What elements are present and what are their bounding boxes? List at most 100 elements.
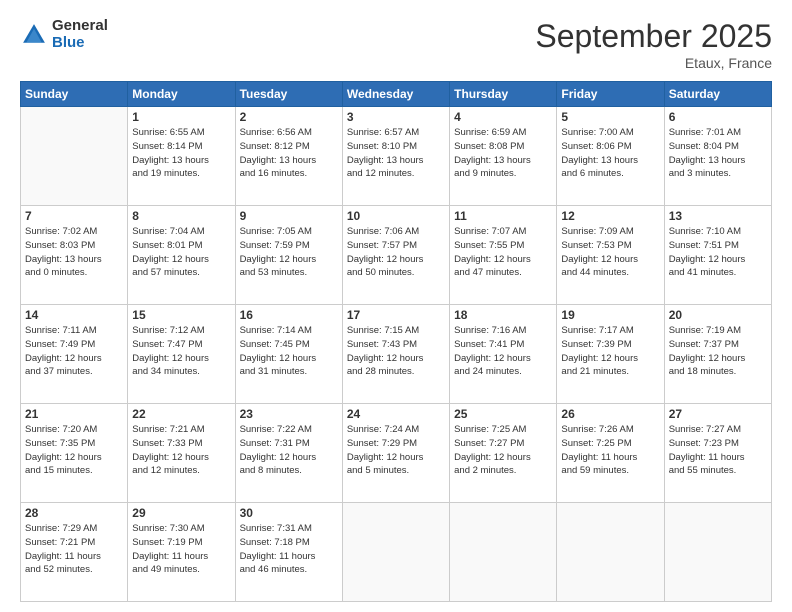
calendar-cell: 1 Sunrise: 6:55 AM Sunset: 8:14 PM Daylig… <box>128 107 235 206</box>
day-number: 26 <box>561 407 659 421</box>
day-info: Sunrise: 6:57 AM Sunset: 8:10 PM Dayligh… <box>347 126 445 181</box>
day-info: Sunrise: 7:00 AM Sunset: 8:06 PM Dayligh… <box>561 126 659 181</box>
calendar-cell: 27 Sunrise: 7:27 AM Sunset: 7:23 PM Dayli… <box>664 404 771 503</box>
month-title: September 2025 <box>535 18 772 55</box>
calendar-cell: 4 Sunrise: 6:59 AM Sunset: 8:08 PM Daylig… <box>450 107 557 206</box>
day-number: 12 <box>561 209 659 223</box>
day-info: Sunrise: 7:15 AM Sunset: 7:43 PM Dayligh… <box>347 324 445 379</box>
day-number: 13 <box>669 209 767 223</box>
calendar-cell: 14 Sunrise: 7:11 AM Sunset: 7:49 PM Dayli… <box>21 305 128 404</box>
day-info: Sunrise: 7:20 AM Sunset: 7:35 PM Dayligh… <box>25 423 123 478</box>
calendar-cell: 28 Sunrise: 7:29 AM Sunset: 7:21 PM Dayli… <box>21 503 128 602</box>
calendar-cell: 2Sunrise: 6:56 AM Sunset: 8:12 PM Daylig… <box>235 107 342 206</box>
day-info: Sunrise: 7:06 AM Sunset: 7:57 PM Dayligh… <box>347 225 445 280</box>
calendar-cell: 25 Sunrise: 7:25 AM Sunset: 7:27 PM Dayli… <box>450 404 557 503</box>
title-block: September 2025 Etaux, France <box>535 18 772 71</box>
day-info: Sunrise: 6:55 AM Sunset: 8:14 PM Dayligh… <box>132 126 230 181</box>
calendar-cell: 29Sunrise: 7:30 AM Sunset: 7:19 PM Dayli… <box>128 503 235 602</box>
location: Etaux, France <box>535 55 772 71</box>
day-number: 23 <box>240 407 338 421</box>
weekday-header-wednesday: Wednesday <box>342 82 449 107</box>
logo-general-text: General <box>52 18 108 35</box>
day-number: 20 <box>669 308 767 322</box>
logo-text: General Blue <box>52 18 108 51</box>
day-info: Sunrise: 7:24 AM Sunset: 7:29 PM Dayligh… <box>347 423 445 478</box>
week-row-2: 14 Sunrise: 7:11 AM Sunset: 7:49 PM Dayli… <box>21 305 772 404</box>
day-info: Sunrise: 7:02 AM Sunset: 8:03 PM Dayligh… <box>25 225 123 280</box>
day-number: 21 <box>25 407 123 421</box>
calendar-cell: 7 Sunrise: 7:02 AM Sunset: 8:03 PM Daylig… <box>21 206 128 305</box>
day-number: 24 <box>347 407 445 421</box>
day-number: 1 <box>132 110 230 124</box>
weekday-header-friday: Friday <box>557 82 664 107</box>
day-info: Sunrise: 7:09 AM Sunset: 7:53 PM Dayligh… <box>561 225 659 280</box>
day-info: Sunrise: 7:25 AM Sunset: 7:27 PM Dayligh… <box>454 423 552 478</box>
calendar-cell: 12 Sunrise: 7:09 AM Sunset: 7:53 PM Dayli… <box>557 206 664 305</box>
calendar-cell <box>21 107 128 206</box>
calendar-cell <box>664 503 771 602</box>
calendar-cell: 8Sunrise: 7:04 AM Sunset: 8:01 PM Daylig… <box>128 206 235 305</box>
calendar-table: SundayMondayTuesdayWednesdayThursdayFrid… <box>20 81 772 602</box>
calendar-cell <box>450 503 557 602</box>
day-info: Sunrise: 7:26 AM Sunset: 7:25 PM Dayligh… <box>561 423 659 478</box>
calendar-cell: 15 Sunrise: 7:12 AM Sunset: 7:47 PM Dayli… <box>128 305 235 404</box>
calendar-cell: 16 Sunrise: 7:14 AM Sunset: 7:45 PM Dayli… <box>235 305 342 404</box>
week-row-0: 1 Sunrise: 6:55 AM Sunset: 8:14 PM Daylig… <box>21 107 772 206</box>
day-info: Sunrise: 7:14 AM Sunset: 7:45 PM Dayligh… <box>240 324 338 379</box>
day-info: Sunrise: 7:27 AM Sunset: 7:23 PM Dayligh… <box>669 423 767 478</box>
calendar-cell: 10 Sunrise: 7:06 AM Sunset: 7:57 PM Dayli… <box>342 206 449 305</box>
calendar-cell: 11 Sunrise: 7:07 AM Sunset: 7:55 PM Dayli… <box>450 206 557 305</box>
day-info: Sunrise: 7:16 AM Sunset: 7:41 PM Dayligh… <box>454 324 552 379</box>
day-number: 15 <box>132 308 230 322</box>
calendar-cell: 13 Sunrise: 7:10 AM Sunset: 7:51 PM Dayli… <box>664 206 771 305</box>
day-info: Sunrise: 7:17 AM Sunset: 7:39 PM Dayligh… <box>561 324 659 379</box>
day-number: 29 <box>132 506 230 520</box>
day-info: Sunrise: 7:10 AM Sunset: 7:51 PM Dayligh… <box>669 225 767 280</box>
day-info: Sunrise: 7:05 AM Sunset: 7:59 PM Dayligh… <box>240 225 338 280</box>
weekday-header-tuesday: Tuesday <box>235 82 342 107</box>
day-number: 28 <box>25 506 123 520</box>
week-row-1: 7 Sunrise: 7:02 AM Sunset: 8:03 PM Daylig… <box>21 206 772 305</box>
day-number: 19 <box>561 308 659 322</box>
day-info: Sunrise: 7:07 AM Sunset: 7:55 PM Dayligh… <box>454 225 552 280</box>
day-info: Sunrise: 7:22 AM Sunset: 7:31 PM Dayligh… <box>240 423 338 478</box>
weekday-header-monday: Monday <box>128 82 235 107</box>
day-number: 14 <box>25 308 123 322</box>
weekday-header-thursday: Thursday <box>450 82 557 107</box>
day-info: Sunrise: 7:12 AM Sunset: 7:47 PM Dayligh… <box>132 324 230 379</box>
day-number: 7 <box>25 209 123 223</box>
day-number: 3 <box>347 110 445 124</box>
calendar-cell: 17Sunrise: 7:15 AM Sunset: 7:43 PM Dayli… <box>342 305 449 404</box>
day-number: 16 <box>240 308 338 322</box>
calendar-cell: 26 Sunrise: 7:26 AM Sunset: 7:25 PM Dayli… <box>557 404 664 503</box>
page: General Blue September 2025 Etaux, Franc… <box>0 0 792 612</box>
day-info: Sunrise: 7:01 AM Sunset: 8:04 PM Dayligh… <box>669 126 767 181</box>
calendar-cell: 19 Sunrise: 7:17 AM Sunset: 7:39 PM Dayli… <box>557 305 664 404</box>
day-number: 10 <box>347 209 445 223</box>
calendar-cell: 9Sunrise: 7:05 AM Sunset: 7:59 PM Daylig… <box>235 206 342 305</box>
calendar-cell: 30Sunrise: 7:31 AM Sunset: 7:18 PM Dayli… <box>235 503 342 602</box>
calendar-cell: 5Sunrise: 7:00 AM Sunset: 8:06 PM Daylig… <box>557 107 664 206</box>
day-info: Sunrise: 7:29 AM Sunset: 7:21 PM Dayligh… <box>25 522 123 577</box>
calendar-cell: 23 Sunrise: 7:22 AM Sunset: 7:31 PM Dayli… <box>235 404 342 503</box>
calendar-cell: 18Sunrise: 7:16 AM Sunset: 7:41 PM Dayli… <box>450 305 557 404</box>
day-number: 2 <box>240 110 338 124</box>
day-number: 6 <box>669 110 767 124</box>
day-number: 11 <box>454 209 552 223</box>
week-row-4: 28 Sunrise: 7:29 AM Sunset: 7:21 PM Dayli… <box>21 503 772 602</box>
logo-icon <box>20 21 48 49</box>
day-number: 8 <box>132 209 230 223</box>
day-number: 22 <box>132 407 230 421</box>
calendar-cell: 22Sunrise: 7:21 AM Sunset: 7:33 PM Dayli… <box>128 404 235 503</box>
day-number: 27 <box>669 407 767 421</box>
calendar-cell <box>342 503 449 602</box>
logo: General Blue <box>20 18 108 51</box>
weekday-header-row: SundayMondayTuesdayWednesdayThursdayFrid… <box>21 82 772 107</box>
calendar-cell: 3 Sunrise: 6:57 AM Sunset: 8:10 PM Daylig… <box>342 107 449 206</box>
logo-blue-text: Blue <box>52 35 108 52</box>
day-info: Sunrise: 6:59 AM Sunset: 8:08 PM Dayligh… <box>454 126 552 181</box>
day-info: Sunrise: 7:11 AM Sunset: 7:49 PM Dayligh… <box>25 324 123 379</box>
day-number: 25 <box>454 407 552 421</box>
day-number: 4 <box>454 110 552 124</box>
calendar-cell: 20Sunrise: 7:19 AM Sunset: 7:37 PM Dayli… <box>664 305 771 404</box>
